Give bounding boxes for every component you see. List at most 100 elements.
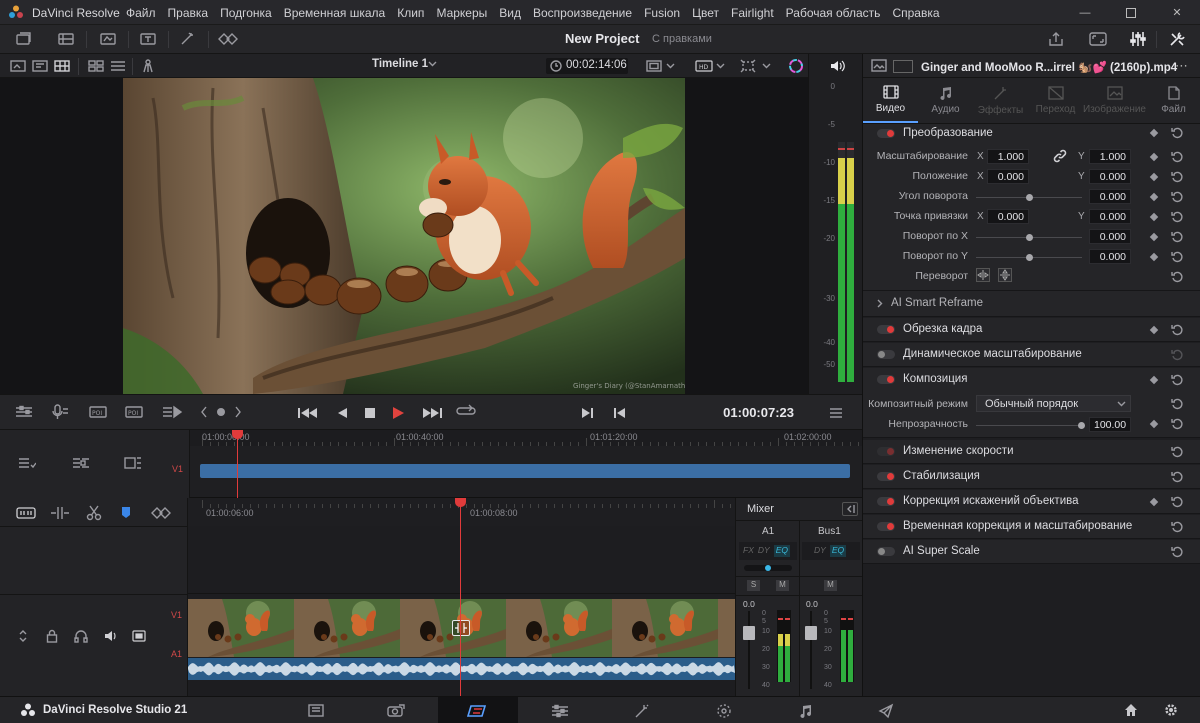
transform-toggle[interactable]: [877, 129, 895, 138]
collapse-mixer-icon[interactable]: [842, 502, 858, 516]
menu-item-2[interactable]: Подгонка: [214, 0, 278, 25]
a1-fader-knob[interactable]: [743, 626, 755, 640]
track-settings-icon[interactable]: [12, 402, 36, 422]
opacity-slider[interactable]: [976, 425, 1082, 426]
smart-reframe-section[interactable]: AI Smart Reframe: [863, 291, 1200, 317]
a1-fader-track[interactable]: [748, 611, 750, 689]
retime-toggle[interactable]: [877, 522, 895, 531]
pan-control[interactable]: [744, 565, 792, 571]
prev-keyframe-icon[interactable]: [200, 406, 208, 418]
play-reverse-icon[interactable]: [330, 403, 354, 423]
title-icon[interactable]: [136, 29, 160, 49]
thumbnail-view-icon[interactable]: [84, 56, 108, 76]
flip-horizontal-icon[interactable]: [976, 268, 990, 282]
clip-view-icon[interactable]: [28, 56, 52, 76]
reset-icon[interactable]: [1171, 171, 1184, 184]
audio-clip[interactable]: [188, 658, 735, 680]
close-icon[interactable]: ✕: [1154, 0, 1200, 25]
tab-image[interactable]: Изображение: [1083, 78, 1146, 123]
reset-icon[interactable]: [1171, 211, 1184, 224]
media-page-icon[interactable]: [276, 697, 356, 723]
pitch-slider-knob[interactable]: [1026, 234, 1033, 241]
track-audio-icon[interactable]: [104, 629, 118, 643]
track-video-icon[interactable]: [132, 629, 146, 643]
detail-playhead-handle[interactable]: [455, 498, 466, 507]
dynamic-zoom-title[interactable]: Динамическое масштабирование: [903, 348, 1082, 360]
track-up-down-icon[interactable]: [18, 630, 28, 642]
position-y-field[interactable]: 0.000: [1089, 169, 1131, 184]
go-to-end-icon[interactable]: [420, 403, 444, 423]
bus-fader-track[interactable]: [810, 611, 812, 689]
reset-icon[interactable]: [1171, 151, 1184, 164]
reset-icon[interactable]: [1171, 127, 1184, 140]
superscale-title[interactable]: AI Super Scale: [903, 545, 980, 557]
razor-icon[interactable]: [86, 505, 102, 521]
media-pool-icon[interactable]: [12, 29, 36, 49]
voiceover-icon[interactable]: [48, 402, 72, 422]
mute-button[interactable]: M: [776, 580, 789, 591]
person-icon[interactable]: [136, 56, 160, 76]
reset-icon[interactable]: [1171, 349, 1184, 362]
options-menu-icon[interactable]: [824, 403, 848, 423]
reset-icon[interactable]: [1171, 471, 1184, 484]
go-to-start-icon[interactable]: [296, 403, 320, 423]
menu-item-7[interactable]: Воспроизведение: [527, 0, 638, 25]
reset-icon[interactable]: [1171, 398, 1184, 411]
rotation-slider-knob[interactable]: [1026, 194, 1033, 201]
menu-item-12[interactable]: Справка: [886, 0, 945, 25]
menu-item-10[interactable]: Fairlight: [725, 0, 780, 25]
upper-clip[interactable]: [200, 464, 850, 478]
smart-reframe-title[interactable]: AI Smart Reframe: [891, 297, 983, 309]
viewer-layout-icon[interactable]: [6, 56, 30, 76]
more-options-icon[interactable]: ⋯: [1175, 58, 1188, 74]
upper-playhead[interactable]: [237, 430, 238, 498]
poi-icon[interactable]: POI: [86, 402, 110, 422]
fusion-page-icon[interactable]: [520, 697, 600, 723]
audio-page-icon[interactable]: [766, 697, 846, 723]
stabilization-title[interactable]: Стабилизация: [903, 470, 980, 482]
reset-icon[interactable]: [1171, 251, 1184, 264]
poi-track-icon[interactable]: POI: [122, 402, 146, 422]
rotation-field[interactable]: 0.000: [1089, 189, 1131, 204]
bus1-fx-row[interactable]: DY EQ: [802, 542, 860, 560]
marker-diamond-icon[interactable]: [150, 506, 172, 520]
eq-toggle[interactable]: EQ: [773, 545, 790, 557]
detail-playhead[interactable]: [460, 498, 461, 696]
transform-overlay-icon[interactable]: [736, 56, 760, 76]
magic-wand-icon[interactable]: [176, 29, 200, 49]
chevron-right-icon[interactable]: [877, 299, 883, 308]
dy-toggle[interactable]: DY: [758, 545, 770, 557]
chevron-down-icon[interactable]: [762, 63, 771, 69]
bus-eq-toggle[interactable]: EQ: [829, 545, 847, 557]
cut-page-icon[interactable]: [356, 697, 436, 723]
fairlight-page-icon[interactable]: [684, 697, 764, 723]
retime-title[interactable]: Временная коррекция и масштабирование: [903, 520, 1132, 532]
chevron-down-icon[interactable]: [666, 63, 675, 69]
overview-timeline[interactable]: V1 01:00:00:00 01:00:40:00 01:01:20:00 01:0…: [0, 430, 867, 498]
speed-title[interactable]: Изменение скорости: [903, 445, 1014, 457]
viewer-size-icon[interactable]: [642, 56, 666, 76]
reset-icon[interactable]: [1171, 546, 1184, 559]
color-wheel-icon[interactable]: [784, 56, 808, 76]
crop-keyframe-icon[interactable]: [1149, 325, 1159, 335]
crop-title[interactable]: Обрезка кадра: [903, 323, 982, 335]
composite-keyframe-icon[interactable]: [1149, 375, 1159, 385]
menu-item-4[interactable]: Клип: [391, 0, 430, 25]
flag-marker-icon[interactable]: [120, 505, 132, 521]
reset-icon[interactable]: [1171, 324, 1184, 337]
chevron-down-icon[interactable]: [428, 61, 437, 67]
composite-toggle[interactable]: [877, 375, 895, 384]
edit-index-icon[interactable]: [96, 29, 120, 49]
a1-fx-row[interactable]: FX DY EQ: [739, 542, 797, 560]
maximize-icon[interactable]: [1108, 0, 1154, 25]
headphones-icon[interactable]: [74, 629, 88, 643]
composite-title[interactable]: Композиция: [903, 373, 967, 385]
composite-mode-select[interactable]: Обычный порядок: [976, 395, 1131, 412]
opacity-keyframe-icon[interactable]: [1149, 419, 1159, 429]
grid-view-icon[interactable]: [50, 56, 74, 76]
reset-icon[interactable]: [1171, 418, 1184, 431]
empty-track-area[interactable]: [188, 526, 735, 594]
bus-dy-toggle[interactable]: DY: [814, 545, 826, 557]
inspector-toggle-icon[interactable]: [1166, 29, 1190, 49]
flip-vertical-icon[interactable]: [998, 268, 1012, 282]
